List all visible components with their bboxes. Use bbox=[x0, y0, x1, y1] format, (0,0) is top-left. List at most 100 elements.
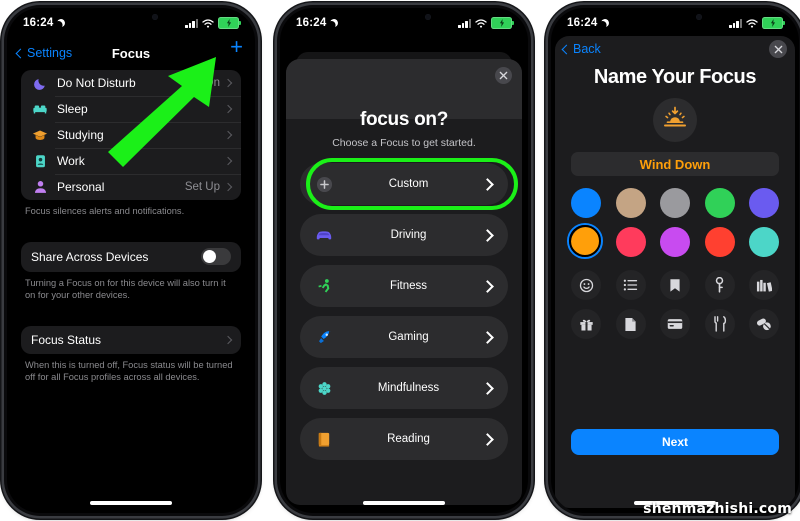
rocket-icon bbox=[314, 327, 334, 347]
color-swatch[interactable] bbox=[571, 188, 601, 218]
color-swatch[interactable] bbox=[704, 188, 735, 218]
battery-charging-icon bbox=[218, 17, 241, 29]
focus-options-list: Custom Driving Fitness Gaming Mindfulnes… bbox=[286, 158, 522, 469]
watermark: shenmazhishi.com bbox=[643, 501, 792, 517]
phone-3-name-your-focus: 16:24 Back Name Your Focus Wind Down Nex… bbox=[548, 5, 800, 516]
color-swatch[interactable] bbox=[704, 227, 735, 257]
icon-picker-row bbox=[571, 309, 779, 339]
sunset-icon bbox=[662, 105, 688, 136]
list-item[interactable]: Personal Set Up bbox=[21, 174, 241, 200]
close-icon[interactable] bbox=[495, 67, 512, 84]
list-item-value: On bbox=[204, 77, 220, 89]
share-group-footer: Turning a Focus on for this device will … bbox=[25, 277, 226, 301]
add-focus-button[interactable]: + bbox=[230, 36, 243, 58]
next-button[interactable]: Next bbox=[571, 429, 779, 455]
list-item[interactable]: Work bbox=[21, 148, 241, 174]
color-swatch[interactable] bbox=[749, 227, 779, 257]
focus-group-footer: Focus silences alerts and notifications. bbox=[25, 206, 185, 216]
icon-picker-row bbox=[571, 270, 779, 300]
status-bar-2: 16:24 bbox=[280, 8, 528, 38]
color-swatch[interactable] bbox=[749, 188, 779, 218]
smiley-icon[interactable] bbox=[571, 270, 601, 300]
phone-3-screen: 16:24 Back Name Your Focus Wind Down Nex… bbox=[551, 8, 799, 513]
phone-1-focus-settings: 16:24 Settings Focus + Do Not Disturb On… bbox=[4, 5, 258, 516]
focus-profiles-group: Do Not Disturb On Sleep Studying Work Pe… bbox=[21, 70, 241, 200]
chevron-left-icon bbox=[561, 44, 572, 54]
list-item[interactable]: Sleep bbox=[21, 96, 241, 122]
chevron-right-icon bbox=[223, 130, 233, 140]
document-icon[interactable] bbox=[615, 309, 646, 339]
focus-option-gaming[interactable]: Gaming bbox=[300, 316, 508, 358]
color-swatch-selected[interactable] bbox=[567, 223, 603, 259]
focus-status-row[interactable]: Focus Status bbox=[21, 326, 241, 354]
book-icon bbox=[314, 429, 334, 449]
status-bar-right bbox=[729, 17, 785, 29]
back-button[interactable]: Back bbox=[561, 42, 601, 56]
chevron-right-icon bbox=[223, 78, 233, 88]
key-icon[interactable] bbox=[704, 270, 735, 300]
chevron-right-icon bbox=[223, 156, 233, 166]
focus-option-mindfulness[interactable]: Mindfulness bbox=[300, 367, 508, 409]
color-swatch[interactable] bbox=[615, 227, 646, 257]
battery-charging-icon bbox=[762, 17, 785, 29]
flower-icon bbox=[314, 378, 334, 398]
utensils-icon[interactable] bbox=[704, 309, 735, 339]
focus-option-reading[interactable]: Reading bbox=[300, 418, 508, 460]
chevron-right-icon bbox=[223, 104, 233, 114]
status-bar-right bbox=[185, 17, 241, 29]
home-indicator[interactable] bbox=[90, 501, 172, 505]
focus-status-footer: When this is turned off, Focus status wi… bbox=[25, 359, 233, 383]
back-label: Settings bbox=[27, 46, 73, 60]
status-bar-right bbox=[458, 17, 514, 29]
focus-option-label: Driving bbox=[390, 229, 427, 241]
list-item[interactable]: Studying bbox=[21, 122, 241, 148]
color-swatch-grid bbox=[567, 188, 779, 266]
focus-option-label: Fitness bbox=[389, 280, 428, 292]
sheet-title: focus on? bbox=[359, 109, 449, 130]
close-icon[interactable] bbox=[769, 40, 787, 58]
gift-icon[interactable] bbox=[571, 309, 601, 339]
focus-option-driving[interactable]: Driving bbox=[300, 214, 508, 256]
back-to-settings-button[interactable]: Settings bbox=[15, 46, 73, 60]
focus-option-custom[interactable]: Custom bbox=[300, 158, 518, 210]
phone-2-screen: 16:24 focus on? Choose a Focus to get st… bbox=[280, 8, 528, 513]
focus-option-fitness[interactable]: Fitness bbox=[300, 265, 508, 307]
list-item-label: Work bbox=[57, 154, 85, 168]
chevron-right-icon bbox=[223, 335, 233, 344]
chevron-right-icon bbox=[481, 381, 494, 395]
share-across-devices-row[interactable]: Share Across Devices bbox=[21, 242, 241, 272]
focus-avatar[interactable] bbox=[653, 98, 697, 142]
bookmark-icon[interactable] bbox=[660, 270, 690, 300]
status-bar-3: 16:24 bbox=[551, 8, 799, 38]
credit-card-icon[interactable] bbox=[660, 309, 690, 339]
list-icon[interactable] bbox=[615, 270, 646, 300]
crescent-moon-icon bbox=[329, 18, 339, 28]
moon-icon bbox=[31, 74, 49, 92]
books-icon[interactable] bbox=[749, 270, 779, 300]
focus-name-input[interactable]: Wind Down bbox=[571, 152, 779, 176]
chevron-right-icon bbox=[481, 432, 494, 446]
status-bar-1: 16:24 bbox=[7, 8, 255, 38]
focus-option-label: Custom bbox=[388, 178, 429, 190]
status-bar-left: 16:24 bbox=[296, 17, 338, 29]
focus-option-label: Mindfulness bbox=[377, 382, 440, 394]
home-indicator[interactable] bbox=[363, 501, 445, 505]
toggle-knob bbox=[203, 250, 216, 264]
page-title: Focus bbox=[111, 45, 151, 61]
page-title: Name Your Focus bbox=[593, 66, 757, 88]
running-person-icon bbox=[314, 276, 334, 296]
color-swatch[interactable] bbox=[660, 227, 690, 257]
phone-1-screen: 16:24 Settings Focus + Do Not Disturb On… bbox=[7, 8, 255, 513]
phone-2-focus-picker: 16:24 focus on? Choose a Focus to get st… bbox=[277, 5, 531, 516]
chevron-right-icon bbox=[481, 228, 494, 242]
pills-icon[interactable] bbox=[749, 309, 779, 339]
color-swatch[interactable] bbox=[660, 188, 690, 218]
icon-picker-grid bbox=[571, 270, 779, 348]
color-swatch[interactable] bbox=[615, 188, 646, 218]
sheet-subtitle: Choose a Focus to get started. bbox=[332, 137, 476, 149]
share-across-devices-toggle[interactable] bbox=[201, 248, 231, 266]
status-bar-left: 16:24 bbox=[567, 17, 609, 29]
focus-option-label: Reading bbox=[387, 433, 430, 445]
status-time: 16:24 bbox=[567, 17, 598, 29]
list-item[interactable]: Do Not Disturb On bbox=[21, 70, 241, 96]
